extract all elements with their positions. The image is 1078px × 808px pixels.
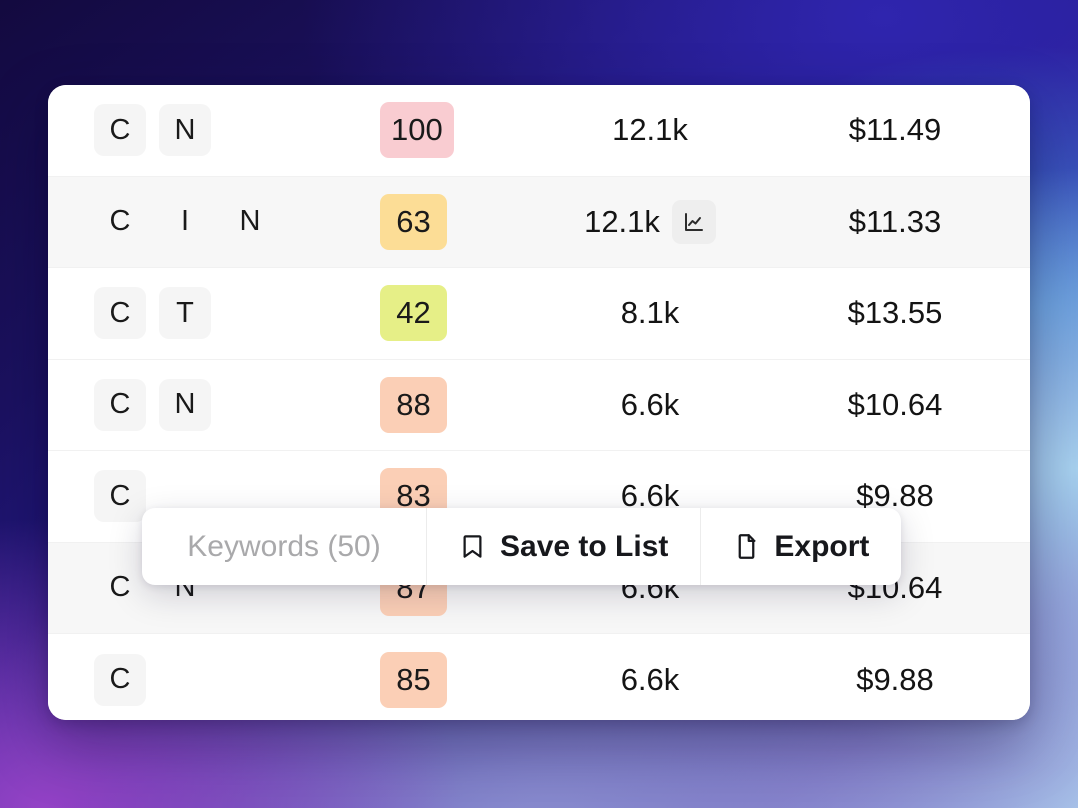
tag-badge[interactable]: N: [159, 104, 211, 157]
volume-value: 6.6k: [620, 661, 680, 697]
table-row[interactable]: C N 100 12.1k $11.49: [48, 85, 1030, 177]
volume-value: 8.1k: [620, 295, 680, 331]
tag-badge[interactable]: C: [94, 562, 146, 614]
table-row[interactable]: C N 88 6.6k $10.64: [48, 359, 1030, 451]
difficulty-score-badge: 85: [380, 651, 447, 708]
volume-cell: 8.1k: [530, 295, 770, 331]
tag-badge[interactable]: C: [94, 104, 146, 157]
tag-badge[interactable]: C: [94, 653, 146, 706]
volume-cell: 6.6k: [530, 387, 770, 423]
line-chart-icon[interactable]: [671, 199, 716, 244]
tag-badge[interactable]: C: [94, 196, 146, 248]
row-tags: CIN: [94, 196, 380, 248]
table-row[interactable]: C 85 6.6k $9.88: [48, 634, 1030, 720]
tag-badge[interactable]: C: [94, 470, 146, 523]
cpc-cell: $9.88: [856, 661, 934, 697]
row-tags: CN: [94, 378, 380, 431]
tag-badge[interactable]: C: [94, 287, 146, 340]
tag-badge[interactable]: I: [159, 196, 211, 248]
volume-cell: 12.1k: [530, 199, 770, 244]
tag-badge[interactable]: N: [159, 378, 211, 431]
cpc-cell: $13.55: [847, 295, 943, 331]
export-button[interactable]: Export: [700, 508, 901, 585]
cpc-cell: $11.49: [848, 112, 942, 148]
difficulty-score-badge: 63: [380, 193, 447, 250]
file-icon: [733, 533, 760, 560]
table-row[interactable]: C I N 63 12.1k $11.33: [48, 176, 1030, 268]
save-to-list-label: Save to List: [500, 529, 669, 563]
volume-value: 12.1k: [584, 203, 660, 239]
table-row[interactable]: C T 42 8.1k $13.55: [48, 268, 1030, 360]
cpc-cell: $11.33: [848, 203, 942, 239]
volume-value: 12.1k: [612, 112, 688, 148]
score-cell: 88: [380, 376, 530, 433]
tag-badge[interactable]: N: [224, 196, 276, 248]
score-cell: 63: [380, 193, 530, 250]
save-to-list-button[interactable]: Save to List: [426, 508, 700, 585]
app-background: C N 100 12.1k $11.49 C I N 63 12.1k $11.33 C T 42 8.1k…: [0, 0, 1078, 808]
difficulty-score-badge: 100: [380, 102, 454, 159]
bookmark-icon: [459, 533, 486, 560]
score-cell: 85: [380, 651, 530, 708]
cpc-cell: $10.64: [847, 386, 943, 422]
volume-value: 6.6k: [620, 386, 680, 422]
row-tags: C: [94, 653, 380, 706]
row-tags: CN: [94, 104, 380, 157]
keywords-table-body: C N 100 12.1k $11.49 C I N 63 12.1k $11.33 C T 42 8.1k…: [48, 85, 1030, 720]
keywords-table-card: C N 100 12.1k $11.49 C I N 63 12.1k $11.33 C T 42 8.1k…: [48, 85, 1030, 720]
bulk-action-toolbar: Keywords (50) Save to List Export: [142, 508, 902, 585]
difficulty-score-badge: 42: [380, 285, 447, 342]
export-label: Export: [774, 529, 870, 563]
selection-count-text: Keywords (50): [187, 529, 381, 563]
selection-count-label: Keywords (50): [142, 508, 426, 585]
score-cell: 42: [380, 285, 530, 342]
volume-cell: 12.1k: [530, 112, 770, 148]
volume-cell: 6.6k: [530, 662, 770, 698]
tag-badge[interactable]: T: [159, 287, 211, 340]
difficulty-score-badge: 88: [380, 376, 447, 433]
row-tags: CT: [94, 287, 380, 340]
tag-badge[interactable]: C: [94, 378, 146, 431]
score-cell: 100: [380, 102, 530, 159]
